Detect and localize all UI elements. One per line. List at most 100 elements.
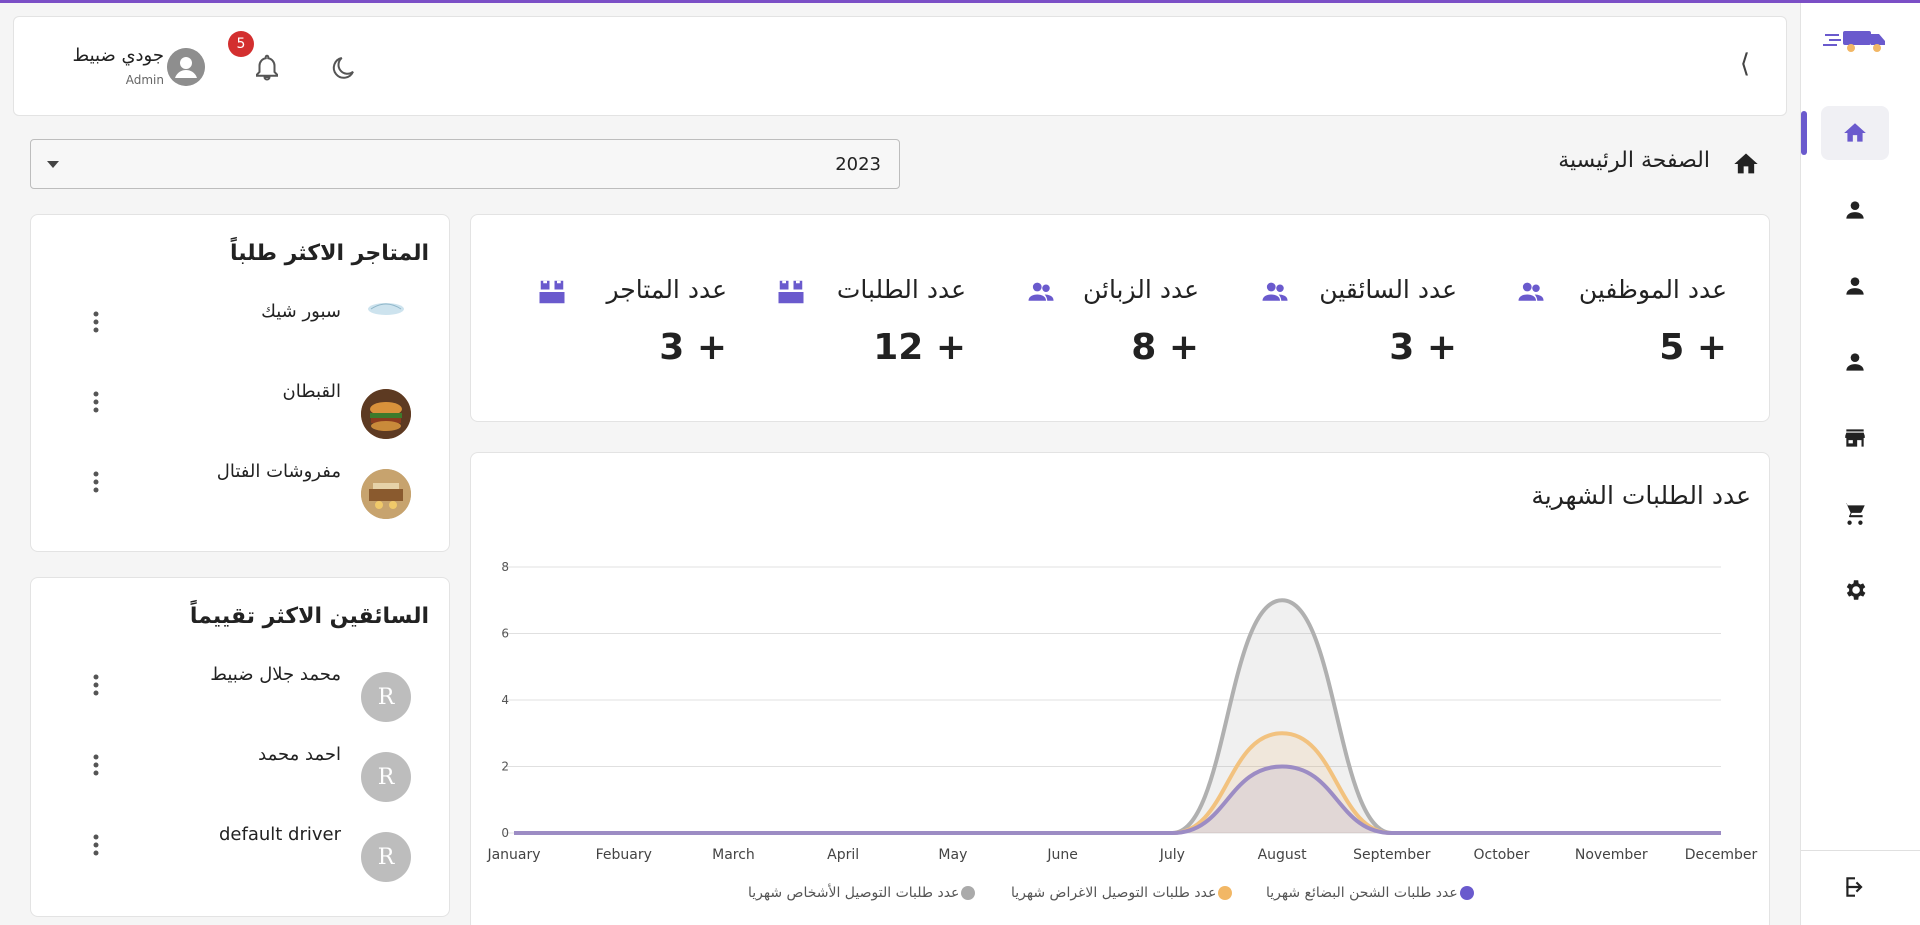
sidebar-item-employees[interactable]: [1821, 183, 1889, 237]
x-tick-label: October: [1474, 847, 1530, 863]
y-tick-label: 6: [501, 627, 509, 641]
y-tick-label: 4: [501, 693, 509, 707]
top-header: جودي ضبيط Admin 5 ⟨: [13, 16, 1787, 116]
store-logo: [361, 469, 411, 519]
more-vert-icon[interactable]: [89, 307, 103, 337]
driver-name: default driver: [218, 824, 341, 845]
x-tick-label: December: [1685, 847, 1758, 863]
person-icon: [1846, 353, 1864, 371]
group-icon: [1518, 282, 1544, 301]
page-title: الصفحة الرئيسية: [1558, 148, 1710, 173]
store-icon: [1845, 429, 1865, 447]
sidebar-item-stores[interactable]: [1821, 411, 1889, 465]
legend-label: عدد طلبات التوصيل الأشخاص شهريا: [748, 885, 960, 901]
home-icon: [1734, 153, 1758, 174]
logout-icon: [1846, 877, 1863, 897]
store-name: سبور شيك: [261, 301, 341, 322]
legend-label: عدد طلبات التوصيل الاغراض شهريا: [1011, 885, 1217, 901]
sidebar-divider: [1801, 850, 1920, 851]
user-name[interactable]: جودي ضبيط: [44, 45, 165, 66]
y-tick-label: 8: [501, 560, 509, 574]
sidebar-item-settings[interactable]: [1821, 563, 1889, 617]
sidebar-item-customers[interactable]: [1821, 335, 1889, 389]
top-stores-card: المتاجر الاكثر طلباً سبور شيك القبطان مف…: [30, 214, 450, 552]
more-vert-icon[interactable]: [89, 387, 103, 417]
stat-value: 3 +: [1389, 327, 1457, 368]
x-tick-label: August: [1258, 847, 1308, 863]
driver-avatar: R: [361, 832, 411, 882]
series-line: [513, 598, 1721, 835]
series-line: [513, 731, 1721, 835]
x-tick-label: November: [1575, 847, 1648, 863]
legend-dot: [1218, 886, 1233, 900]
collapse-sidebar-button[interactable]: ⟨: [1740, 49, 1750, 79]
driver-name: احمد محمد: [258, 744, 341, 765]
year-select-value: 2023: [835, 154, 881, 175]
sidebar-item-orders[interactable]: [1821, 487, 1889, 541]
moon-icon[interactable]: [328, 53, 358, 83]
stat-value: 5 +: [1659, 327, 1727, 368]
driver-name: محمد جلال ضبيط: [210, 664, 341, 685]
x-tick-label: March: [712, 847, 755, 863]
more-vert-icon[interactable]: [89, 670, 103, 700]
list-item[interactable]: مفروشات الفتال: [31, 457, 451, 527]
stat-label: عدد الموظفين: [1578, 275, 1727, 304]
list-item[interactable]: R default driver: [31, 820, 451, 890]
legend-dot: [1459, 886, 1474, 900]
list-item[interactable]: سبور شيك: [31, 297, 451, 367]
stat-value: 12 +: [873, 327, 966, 368]
stat-value: 3 +: [659, 327, 727, 368]
active-indicator: [1801, 111, 1807, 155]
list-item[interactable]: R احمد محمد: [31, 740, 451, 810]
more-vert-icon[interactable]: [89, 830, 103, 860]
logout-button[interactable]: [1821, 860, 1889, 914]
x-tick-label: January: [486, 847, 540, 863]
person-icon: [1846, 201, 1864, 219]
sidebar-item-home[interactable]: [1821, 106, 1889, 160]
group-icon: [1028, 282, 1054, 301]
monthly-orders-chart: 0 2 4 6 8 January Febuary March April May June July…: [486, 560, 1758, 863]
sidebar: [1800, 3, 1920, 925]
sidebar-item-drivers[interactable]: [1821, 259, 1889, 313]
notification-badge: 5: [228, 31, 254, 57]
legend-item-goods[interactable]: عدد طلبات الشحن البضائع شهريا: [1266, 885, 1474, 901]
stat-label: عدد السائقين: [1319, 275, 1457, 304]
avatar[interactable]: [167, 48, 205, 86]
store-logo: [361, 389, 411, 439]
x-tick-label: July: [1159, 847, 1185, 863]
driver-avatar: R: [361, 672, 411, 722]
series-line: [513, 764, 1721, 835]
legend-item-persons[interactable]: عدد طلبات التوصيل الأشخاص شهريا: [748, 885, 976, 901]
stat-customers: عدد الزبائن 8 +: [979, 275, 1199, 375]
user-role: Admin: [125, 73, 164, 87]
cart-icon: [1843, 503, 1865, 525]
more-vert-icon[interactable]: [89, 467, 103, 497]
legend-item-items[interactable]: عدد طلبات التوصيل الاغراض شهريا: [1011, 885, 1233, 901]
series-area: [514, 600, 1721, 833]
bell-icon[interactable]: [252, 51, 282, 83]
boxes-icon: [778, 280, 804, 304]
chevron-down-icon: [47, 161, 59, 168]
legend-dot: [961, 886, 976, 900]
stat-label: عدد المتاجر: [606, 275, 727, 304]
gear-icon: [1846, 580, 1866, 600]
stat-label: عدد الطلبات: [836, 275, 966, 304]
group-icon: [1262, 282, 1288, 301]
more-vert-icon[interactable]: [89, 750, 103, 780]
monthly-orders-chart-card: عدد الطلبات الشهرية 0 2 4 6 8 January Febuary M…: [470, 452, 1770, 925]
x-tick-label: September: [1353, 847, 1431, 863]
card-title: السائقين الاكثر تقييماً: [189, 604, 429, 629]
list-item[interactable]: R محمد جلال ضبيط: [31, 660, 451, 730]
driver-avatar: R: [361, 752, 411, 802]
x-tick-label: Febuary: [596, 847, 652, 863]
store-name: مفروشات الفتال: [216, 461, 341, 482]
x-tick-label: April: [827, 847, 859, 863]
series-area: [514, 766, 1721, 833]
y-tick-label: 2: [501, 760, 509, 774]
legend-label: عدد طلبات الشحن البضائع شهريا: [1266, 885, 1458, 901]
stat-value: 8 +: [1131, 327, 1199, 368]
top-drivers-card: السائقين الاكثر تقييماً R محمد جلال ضبيط…: [30, 577, 450, 917]
store-name: القبطان: [282, 381, 342, 402]
list-item[interactable]: القبطان: [31, 377, 451, 447]
year-select[interactable]: 2023: [30, 139, 900, 189]
